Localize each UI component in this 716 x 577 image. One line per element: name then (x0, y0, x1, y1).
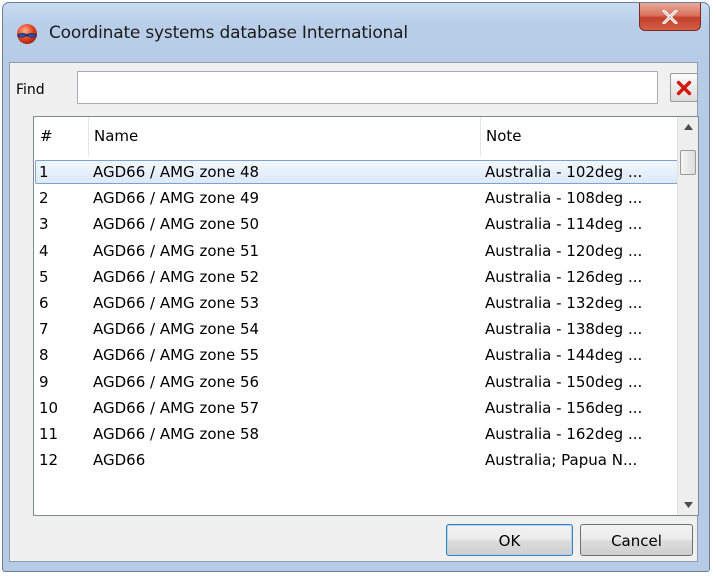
row-number-cell: 7 (39, 320, 49, 339)
row-note-cell: Australia - 114deg ... (485, 215, 643, 234)
row-number-cell: 4 (39, 241, 49, 260)
clear-find-button[interactable] (670, 73, 698, 102)
triangle-up-icon (683, 124, 693, 130)
row-name-cell: AGD66 / AMG zone 49 (93, 189, 260, 208)
row-number-cell: 11 (39, 425, 59, 443)
close-icon (662, 9, 678, 24)
coordinate-systems-table[interactable]: # Name Note 1 AGD66 / AMG zone 48 Australi… (33, 116, 699, 516)
row-note-cell: Australia - 138deg ... (485, 320, 643, 339)
row-name-cell: AGD66 / AMG zone 55 (93, 346, 260, 365)
row-number-cell: 9 (39, 372, 49, 391)
cancel-button[interactable]: Cancel (580, 524, 693, 556)
vertical-scrollbar[interactable] (677, 117, 698, 515)
row-note-cell: Australia - 120deg ... (485, 241, 643, 260)
table-row[interactable]: 7 AGD66 / AMG zone 54 Australia - 138deg .… (34, 316, 677, 342)
row-name-cell: AGD66 / AMG zone 50 (93, 215, 260, 234)
table-row[interactable]: 5 AGD66 / AMG zone 52 Australia - 126deg .… (34, 264, 677, 290)
row-note-cell: Australia - 102deg ... (485, 163, 643, 181)
column-header-number[interactable]: # (34, 117, 88, 156)
column-header-name[interactable]: Name (88, 117, 480, 156)
title-bar[interactable]: Coordinate systems database Internationa… (3, 3, 709, 65)
row-note-cell: Australia - 162deg ... (485, 425, 643, 443)
row-number-cell: 10 (39, 398, 59, 417)
table-row[interactable]: 11 AGD66 / AMG zone 58 Australia - 162deg … (34, 421, 677, 447)
row-number-cell: 12 (39, 451, 59, 470)
row-name-cell: AGD66 / AMG zone 53 (93, 294, 260, 312)
table-row[interactable]: 2 AGD66 / AMG zone 49 Australia - 108deg .… (34, 185, 677, 211)
table-row[interactable]: 1 AGD66 / AMG zone 48 Australia - 102deg .… (34, 159, 678, 185)
table-row[interactable]: 6 AGD66 / AMG zone 53 Australia - 132deg .… (34, 290, 677, 316)
globe-glasses-icon (17, 24, 37, 44)
row-name-cell: AGD66 / AMG zone 56 (93, 372, 260, 391)
scroll-thumb[interactable] (680, 150, 696, 175)
row-name-cell: AGD66 / AMG zone 51 (93, 241, 260, 260)
row-note-cell: Australia - 144deg ... (485, 346, 643, 365)
row-name-cell: AGD66 / AMG zone 48 (93, 163, 260, 181)
row-name-cell: AGD66 (93, 451, 146, 470)
row-note-cell: Australia - 126deg ... (485, 267, 643, 286)
row-name-cell: AGD66 / AMG zone 54 (93, 320, 260, 339)
table-row[interactable]: 4 AGD66 / AMG zone 51 Australia - 120deg .… (34, 238, 677, 264)
table-header: # Name Note (34, 117, 677, 156)
window-close-button[interactable] (639, 3, 701, 31)
row-name-cell: AGD66 / AMG zone 57 (93, 398, 260, 417)
table-row[interactable]: 10 AGD66 / AMG zone 57 Australia - 156deg … (34, 395, 677, 421)
row-note-cell: Australia - 132deg ... (485, 294, 643, 312)
window-title: Coordinate systems database Internationa… (49, 23, 408, 43)
table-row[interactable]: 3 AGD66 / AMG zone 50 Australia - 114deg .… (34, 211, 677, 237)
find-input[interactable] (77, 71, 658, 104)
ok-button[interactable]: OK (446, 524, 573, 556)
row-note-cell: Australia - 156deg ... (485, 398, 643, 417)
row-name-cell: AGD66 / AMG zone 58 (93, 425, 260, 443)
row-note-cell: Australia; Papua N... (485, 451, 638, 470)
row-number-cell: 6 (39, 294, 49, 312)
red-x-icon (676, 80, 692, 95)
triangle-down-icon (683, 502, 693, 508)
row-number-cell: 3 (39, 215, 49, 234)
scroll-down-button[interactable] (678, 495, 698, 515)
row-number-cell: 5 (39, 267, 49, 286)
row-note-cell: Australia - 108deg ... (485, 189, 643, 208)
table-row[interactable]: 8 AGD66 / AMG zone 55 Australia - 144deg .… (34, 342, 677, 368)
row-number-cell: 2 (39, 189, 49, 208)
scroll-up-button[interactable] (678, 117, 698, 137)
row-number-cell: 8 (39, 346, 49, 365)
table-row[interactable]: 12 AGD66 Australia; Papua N... (34, 447, 677, 473)
row-number-cell: 1 (39, 163, 49, 181)
column-header-note[interactable]: Note (480, 117, 677, 156)
find-label: Find (16, 82, 45, 98)
row-note-cell: Australia - 150deg ... (485, 372, 643, 391)
row-name-cell: AGD66 / AMG zone 52 (93, 267, 260, 286)
table-row[interactable]: 9 AGD66 / AMG zone 56 Australia - 150deg .… (34, 369, 677, 395)
